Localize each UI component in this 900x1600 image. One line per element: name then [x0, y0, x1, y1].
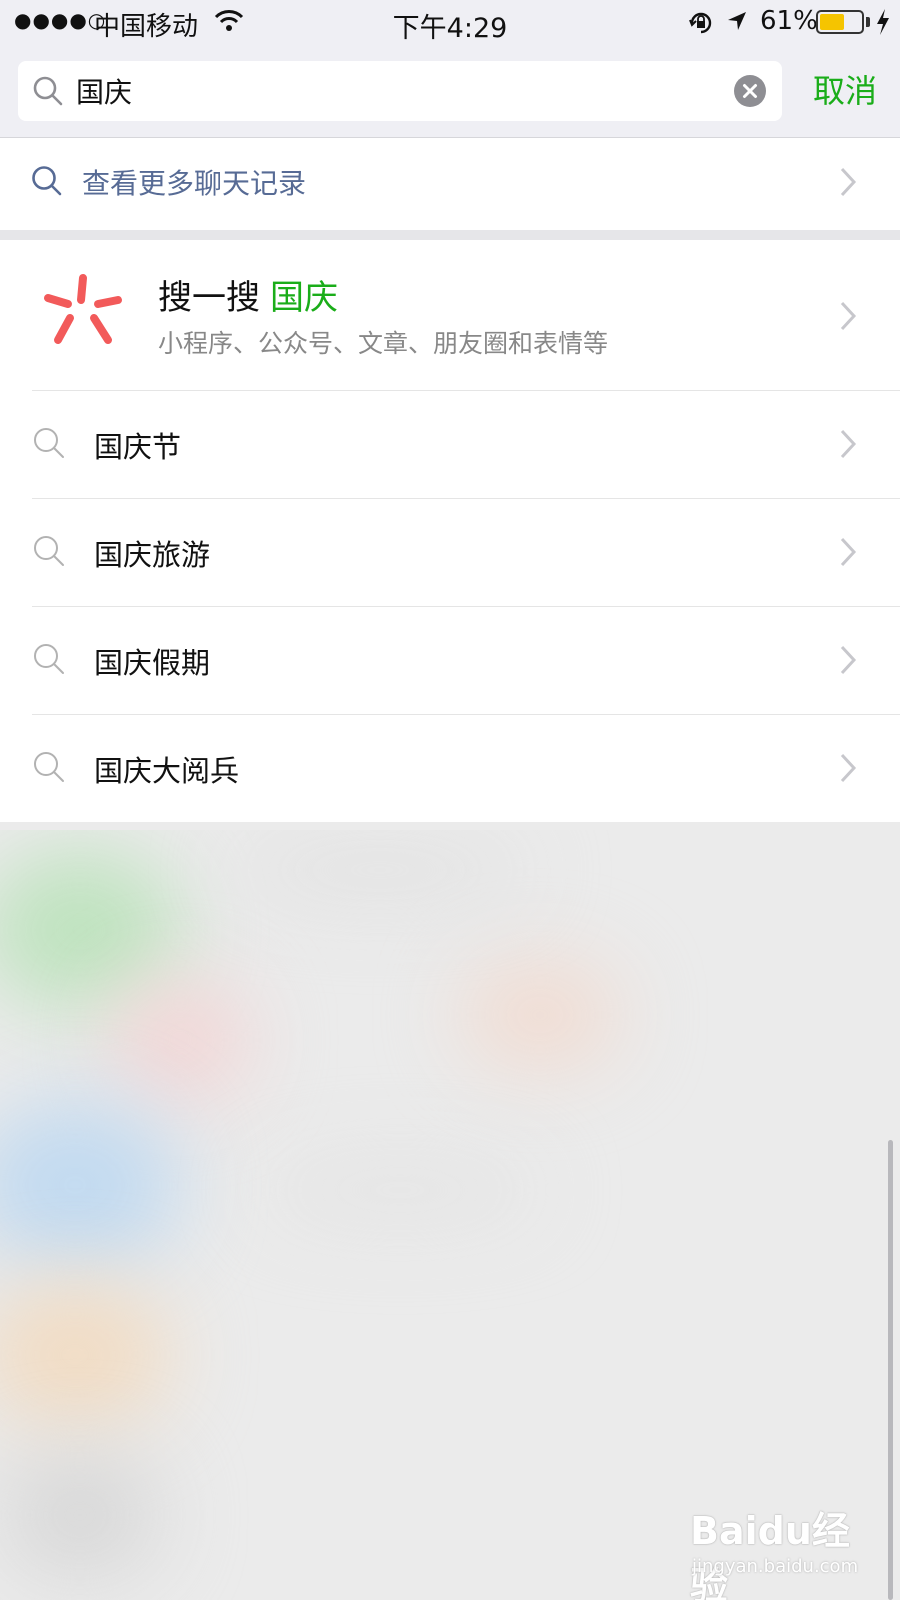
search-icon	[32, 166, 62, 196]
chevron-right-icon	[840, 429, 857, 459]
suggestion-label: 国庆大阅兵	[94, 754, 240, 788]
blurred-avatar	[0, 1450, 160, 1580]
suggestion-item[interactable]: 国庆假期	[0, 606, 900, 714]
blurred-avatar	[460, 960, 620, 1070]
blurred-text	[260, 1160, 540, 1220]
souyisou-label: 搜一搜	[158, 278, 260, 318]
search-box[interactable]	[18, 61, 782, 121]
row-divider	[32, 714, 900, 715]
watermark: Baidu经验 jingyan.baidu.com	[690, 1500, 880, 1600]
chevron-right-icon	[840, 537, 857, 567]
suggestion-item[interactable]: 国庆大阅兵	[0, 714, 900, 822]
watermark-brand: Baidu经验	[690, 1509, 850, 1600]
more-chat-records-label: 查看更多聊天记录	[82, 167, 307, 200]
row-divider	[32, 606, 900, 607]
search-icon	[34, 428, 64, 458]
search-icon	[34, 752, 64, 782]
clear-icon	[743, 84, 757, 98]
cancel-button[interactable]: 取消	[800, 66, 890, 116]
chevron-right-icon	[840, 167, 857, 197]
suggestion-list: 国庆节 国庆旅游 国庆假期 国庆大阅兵	[0, 390, 900, 822]
charging-icon	[877, 9, 889, 35]
souyisou-title: 搜一搜 国庆	[158, 270, 338, 319]
chevron-right-icon	[840, 753, 857, 783]
search-icon	[34, 644, 64, 674]
section-divider	[0, 230, 900, 240]
suggestion-item[interactable]: 国庆旅游	[0, 498, 900, 606]
search-header: 取消	[0, 44, 900, 138]
blurred-avatar	[110, 980, 250, 1100]
battery-percent: 61%	[760, 6, 818, 36]
battery-level-fill	[820, 14, 844, 30]
souyisou-logo-icon	[44, 274, 122, 344]
blurred-avatar	[0, 1280, 170, 1430]
search-icon	[34, 536, 64, 566]
scrollbar[interactable]	[888, 1140, 893, 1600]
search-icon	[33, 76, 63, 106]
search-input[interactable]	[76, 69, 716, 113]
wechat-search-screen: ●●●●○ 中国移动 下午4:29 61% 国庆 取消 查看更多聊天记录 搜一搜…	[0, 0, 900, 1600]
suggestion-label: 国庆节	[94, 430, 182, 464]
souyisou-subtitle: 小程序、公众号、文章、朋友圈和表情等	[158, 329, 609, 358]
suggestion-item[interactable]: 国庆节	[0, 390, 900, 498]
rotation-lock-icon	[689, 12, 712, 34]
watermark-url: jingyan.baidu.com	[692, 1556, 859, 1577]
battery-icon	[816, 10, 864, 34]
blurred-text	[230, 840, 530, 900]
souyisou-row[interactable]: 搜一搜 国庆 小程序、公众号、文章、朋友圈和表情等	[0, 240, 900, 390]
clear-search-button[interactable]	[734, 75, 766, 107]
chevron-right-icon	[840, 645, 857, 675]
status-bar: ●●●●○ 中国移动 下午4:29 61%	[0, 0, 900, 44]
suggestion-label: 国庆旅游	[94, 538, 211, 572]
row-divider	[32, 498, 900, 499]
blurred-chat-background	[0, 830, 900, 1600]
location-arrow-icon	[728, 12, 746, 30]
suggestion-label: 国庆假期	[94, 646, 211, 680]
more-chat-records-row[interactable]: 查看更多聊天记录	[0, 138, 900, 230]
souyisou-keyword: 国庆	[270, 278, 338, 318]
chevron-right-icon	[840, 301, 857, 331]
blurred-avatar	[0, 1100, 180, 1270]
row-divider	[32, 390, 900, 391]
battery-cap	[866, 17, 870, 27]
